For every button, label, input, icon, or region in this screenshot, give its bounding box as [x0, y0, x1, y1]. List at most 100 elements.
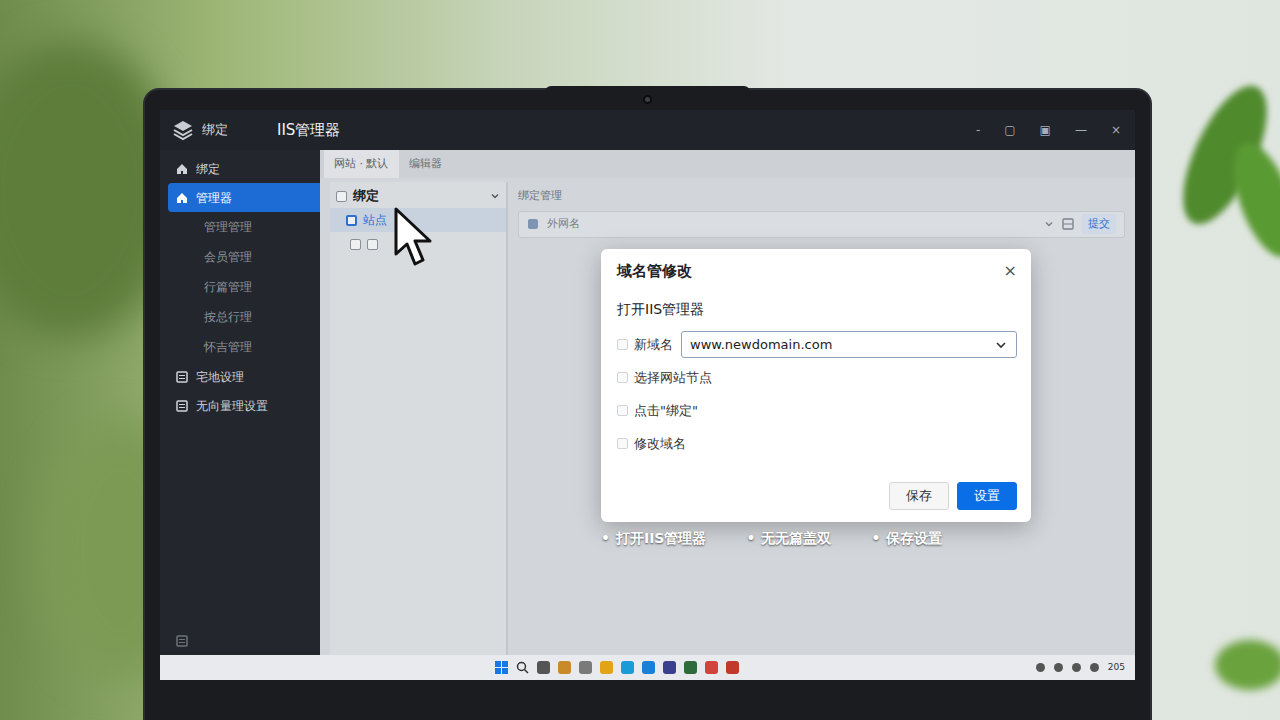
- taskbar-apps: [495, 661, 739, 674]
- tray-bat-icon: [1090, 663, 1099, 672]
- tray-^-icon: [1036, 663, 1045, 672]
- tree-row-checkbox[interactable]: [350, 239, 361, 250]
- panel-label: 绑定管理: [518, 188, 1125, 205]
- domain-select[interactable]: www.newdomain.com: [681, 331, 1017, 358]
- tray-wifi-icon: [1054, 663, 1063, 672]
- tree-header-label: 绑定: [353, 186, 379, 206]
- sidebar-item-label: 无向量理设置: [196, 397, 268, 415]
- window-control-button[interactable]: ▣: [1040, 121, 1051, 139]
- sidebar-item[interactable]: 会员管理: [160, 242, 320, 272]
- sidebar: 绑定管理器管理管理会员管理行篇管理按总行理怀吉管理宅地设理无向量理设置: [160, 150, 320, 655]
- tray-vol-icon: [1072, 663, 1081, 672]
- caption-bullet: •: [871, 528, 880, 549]
- tree-row-label: 站点: [363, 211, 387, 229]
- taskbar-app-icon[interactable]: [537, 661, 550, 674]
- step-checkbox[interactable]: [617, 339, 628, 350]
- close-button[interactable]: ×: [1004, 263, 1017, 279]
- tab[interactable]: 网站 · 默认: [324, 150, 399, 178]
- system-tray: 205: [1036, 661, 1125, 675]
- caption: • 打开IIS管理器: [601, 528, 706, 549]
- title-bar: 绑定IIS管理器-▢▣—×: [160, 110, 1135, 150]
- sidebar-item-label: 按总行理: [204, 308, 252, 326]
- list-icon: [176, 400, 188, 412]
- caption: •无无篇盖双: [746, 528, 831, 549]
- tray-text: 205: [1108, 661, 1125, 675]
- list-icon: [176, 371, 188, 383]
- caption-text: 保存设置: [886, 528, 942, 549]
- laptop: 绑定IIS管理器-▢▣—× 绑定管理器管理管理会员管理行篇管理按总行理怀吉管理宅…: [145, 90, 1150, 720]
- app-logo-text: 绑定: [202, 120, 277, 140]
- caption-bullet: •: [601, 528, 610, 549]
- binding-select-placeholder: 外网名: [547, 216, 1036, 233]
- sidebar-item[interactable]: 宅地设理: [160, 362, 320, 391]
- chevron-down-icon: [994, 338, 1008, 352]
- start-icon: [495, 661, 508, 674]
- sidebar-item-label: 绑定: [196, 160, 220, 178]
- sidebar-item[interactable]: 按总行理: [160, 302, 320, 332]
- step-label: 点击"绑定": [634, 401, 698, 421]
- sidebar-item[interactable]: 行篇管理: [160, 272, 320, 302]
- taskbar-app-icon[interactable]: [600, 661, 613, 674]
- caption-text: 无无篇盖双: [761, 528, 831, 549]
- step-label: 修改域名: [634, 434, 686, 454]
- sidebar-item[interactable]: 无向量理设置: [160, 391, 320, 420]
- dialog-title: 域名管修改: [617, 260, 692, 283]
- sidebar-item[interactable]: 怀吉管理: [160, 332, 320, 362]
- home-icon: [176, 192, 188, 204]
- taskbar-app-icon[interactable]: [705, 661, 718, 674]
- collapse-icon: [176, 635, 188, 647]
- window-controls: - ▢ ▣ — ×: [976, 121, 1135, 139]
- chevron-down-icon: [1044, 219, 1054, 229]
- dialog-subtitle: 打开IIS管理器: [617, 299, 1017, 320]
- taskbar-app-icon[interactable]: [663, 661, 676, 674]
- domain-dialog: 域名管修改 × 打开IIS管理器新域名 www.newdomain.com 选择网站节点…: [601, 249, 1031, 522]
- window-control-button[interactable]: ▢: [1004, 121, 1015, 139]
- tree-row-checkbox[interactable]: [346, 215, 357, 226]
- dialog-step: 修改域名: [617, 427, 1017, 460]
- dialog-footer: 保存设置: [617, 482, 1017, 510]
- sidebar-item[interactable]: 管理器: [168, 183, 320, 212]
- window-control-button[interactable]: ×: [1111, 121, 1121, 139]
- step-label: 选择网站节点: [634, 368, 712, 388]
- caption: • 保存设置: [871, 528, 942, 549]
- webcam-icon: [643, 95, 652, 104]
- step-checkbox[interactable]: [617, 372, 628, 383]
- caption-text: 打开IIS管理器: [616, 528, 707, 549]
- set-button[interactable]: 设置: [957, 482, 1017, 510]
- dialog-step: 选择网站节点: [617, 361, 1017, 394]
- step-label: 新域名: [634, 335, 673, 355]
- screen: 绑定IIS管理器-▢▣—× 绑定管理器管理管理会员管理行篇管理按总行理怀吉管理宅…: [160, 110, 1135, 680]
- mouse-cursor-icon: [392, 206, 440, 270]
- save-button[interactable]: 保存: [889, 482, 949, 510]
- taskbar-app-icon[interactable]: [642, 661, 655, 674]
- submit-button[interactable]: 提交: [1082, 214, 1116, 235]
- taskbar-app-icon[interactable]: [621, 661, 634, 674]
- search-icon: [516, 661, 529, 674]
- chevron-down-icon: [490, 191, 500, 201]
- sidebar-item-label: 行篇管理: [204, 278, 252, 296]
- sidebar-item[interactable]: 管理管理: [160, 212, 320, 242]
- sidebar-item[interactable]: 绑定: [160, 154, 320, 183]
- tree-row-checkbox[interactable]: [367, 239, 378, 250]
- sidebar-footer: [160, 630, 320, 654]
- step-checkbox[interactable]: [617, 438, 628, 449]
- tab[interactable]: 编辑器: [399, 150, 452, 178]
- taskbar-app-icon[interactable]: [726, 661, 739, 674]
- window-control-button[interactable]: —: [1075, 121, 1087, 139]
- taskbar-app-icon[interactable]: [579, 661, 592, 674]
- taskbar-app-icon[interactable]: [684, 661, 697, 674]
- sidebar-item-label: 会员管理: [204, 248, 252, 266]
- taskbar: 205: [160, 655, 1135, 680]
- step-checkbox[interactable]: [617, 405, 628, 416]
- binding-select[interactable]: 外网名 提交: [518, 211, 1125, 238]
- dialog-header: 域名管修改 ×: [617, 259, 1017, 283]
- database-icon: [527, 218, 539, 230]
- taskbar-app-icon[interactable]: [558, 661, 571, 674]
- tab-bar: 网站 · 默认编辑器: [320, 150, 1135, 178]
- tree-header[interactable]: 绑定: [330, 184, 506, 208]
- sidebar-item-label: 宅地设理: [196, 368, 244, 386]
- sidebar-item-label: 管理器: [196, 189, 232, 207]
- dialog-step: 新域名 www.newdomain.com: [617, 328, 1017, 361]
- window-control-button[interactable]: -: [976, 121, 980, 139]
- tree-header-checkbox[interactable]: [336, 191, 347, 202]
